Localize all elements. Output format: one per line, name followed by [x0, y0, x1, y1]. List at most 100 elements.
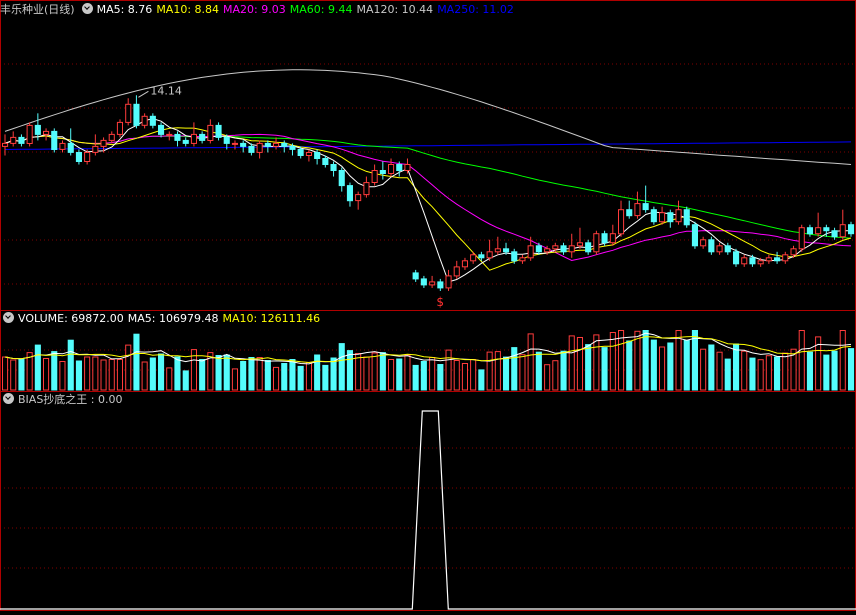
candle-body [273, 142, 280, 147]
volume-bar [650, 339, 657, 391]
volume-bar [412, 364, 419, 391]
candle-body [527, 245, 534, 259]
volume-bar [503, 356, 510, 391]
volume-bar [116, 359, 124, 391]
candle-body [223, 136, 230, 144]
candle-body [289, 145, 296, 150]
volume-bar [609, 332, 616, 391]
kline-chart-svg[interactable]: 14.14 $ [0, 0, 856, 611]
candle-body [798, 227, 805, 250]
main-legend: 丰乐种业(日线) MA5: 8.76 MA10: 8.84 MA20: 9.03 MA6… [0, 1, 856, 19]
volume-bar [544, 364, 551, 391]
volume-bar [675, 330, 682, 391]
candle-body [2, 142, 9, 147]
volume-bar [749, 357, 756, 391]
volume-bar [478, 369, 485, 391]
volume-bar [133, 333, 140, 391]
volume-bar [535, 351, 542, 391]
candle-body [552, 245, 559, 250]
volume-bar [626, 340, 633, 391]
candle-body [519, 257, 526, 262]
volume-bar [273, 366, 280, 391]
volume-bar [519, 354, 526, 391]
volume-bar [166, 367, 173, 391]
volume-bar [568, 335, 575, 391]
volume-bar [322, 364, 329, 391]
dropdown-toggle-icon[interactable] [81, 3, 93, 14]
volume-dropdown-icon[interactable] [3, 312, 14, 323]
volume-legend: VOLUME: 69872.00 MA5: 106979.48 MA10: 1261… [0, 310, 856, 328]
volume-bar [26, 352, 33, 391]
candle-body [848, 224, 855, 235]
candle-body [815, 227, 822, 235]
volume-bar [149, 357, 156, 391]
candle-body [749, 257, 756, 265]
ma-legend-items: MA5: 8.76 MA10: 8.84 MA20: 9.03 MA60: 9.44 M… [97, 3, 518, 16]
volume-bar [264, 360, 271, 391]
candle-body [141, 115, 148, 126]
volume-bar [338, 343, 345, 391]
candle-body [281, 142, 288, 147]
ma20-line [4, 133, 852, 262]
buy-signal-marker: $ [436, 295, 444, 309]
volume-bar [437, 364, 444, 391]
volume-ma5-line [4, 332, 852, 365]
candle-body [231, 142, 238, 145]
volume-bar [2, 356, 9, 391]
candle-body [774, 257, 781, 262]
candle-body [43, 130, 50, 135]
volume-bar [84, 356, 91, 391]
bias-dropdown-icon[interactable] [3, 393, 14, 404]
volume-bar [691, 330, 699, 391]
volume-bar [404, 354, 411, 391]
volume-bar [141, 361, 148, 391]
volume-bar [733, 343, 740, 391]
volume-bar [256, 357, 263, 391]
volume-bar [18, 359, 25, 391]
volume-bar [363, 356, 370, 391]
volume-bar [700, 348, 707, 391]
volume-bar [330, 357, 337, 391]
candle-body [51, 130, 58, 150]
candle-body [108, 133, 115, 141]
candle-body [535, 245, 542, 253]
volume-bar [158, 353, 165, 391]
volume-bar [782, 352, 789, 391]
candle-body [650, 209, 657, 223]
candle-body [100, 139, 107, 147]
candle-body [330, 164, 337, 171]
candle-body [560, 245, 567, 253]
candle-body [544, 248, 551, 253]
volume-bar [659, 346, 666, 391]
candle-body [823, 227, 830, 232]
candle-body [297, 149, 304, 156]
volume-bar [667, 342, 674, 391]
volume-bar [453, 360, 460, 391]
volume-bar [798, 330, 805, 391]
candle-body [420, 278, 427, 286]
volume-bar [223, 354, 230, 391]
candle-body [264, 142, 271, 147]
candle-body [84, 152, 91, 162]
candle-body [470, 254, 477, 262]
candle-body [116, 121, 124, 135]
volume-bar [314, 354, 321, 391]
volume-bar [75, 360, 83, 391]
candle-body [700, 239, 707, 247]
volume-bar [108, 359, 115, 391]
volume-bar [494, 351, 501, 391]
candle-body [618, 209, 625, 235]
candle-body [585, 242, 592, 253]
volume-bar [51, 351, 58, 391]
candle-body [593, 233, 600, 253]
volume-bar [248, 357, 255, 391]
candle-body [240, 142, 247, 147]
candle-body [388, 164, 395, 174]
volume-legend-item-0: VOLUME: 69872.00 [18, 312, 124, 325]
volume-bar [92, 356, 99, 391]
candle-body [683, 209, 690, 226]
candle-body [461, 260, 468, 268]
candle-body [642, 203, 649, 211]
candle-body [305, 152, 312, 156]
volume-bar [289, 359, 296, 391]
